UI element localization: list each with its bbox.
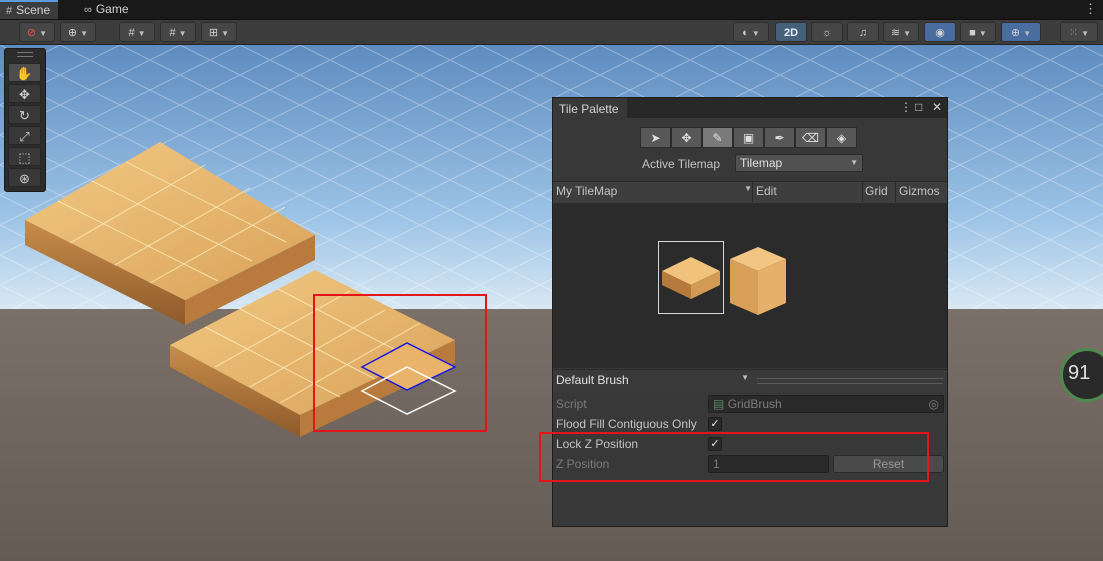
chevron-down-icon: ▼: [221, 29, 230, 38]
fill-bucket-icon[interactable]: ◈: [826, 127, 857, 148]
layers-icon: ≋: [890, 27, 901, 39]
snap-increment-dropdown[interactable]: # ▼: [119, 22, 155, 42]
transform-tool-icon[interactable]: ⊛: [8, 168, 41, 187]
flat-tile-icon[interactable]: [660, 253, 722, 308]
tab-game[interactable]: ∞ Game: [78, 0, 137, 19]
grid-toggle[interactable]: Grid: [865, 184, 888, 198]
gizmos-toggle[interactable]: Gizmos: [899, 184, 940, 198]
grid-snap-icon: #: [169, 27, 176, 39]
overlays-icon: ⁙: [1068, 27, 1079, 39]
lighting-toggle[interactable]: ☼: [811, 22, 843, 42]
chevron-down-icon: ▼: [39, 29, 48, 38]
edit-button[interactable]: Edit: [756, 184, 777, 198]
snap-icon: #: [128, 27, 135, 39]
tab-tile-palette[interactable]: Tile Palette: [553, 98, 627, 118]
globe-icon: ⊕: [67, 27, 78, 39]
gizmos-dropdown[interactable]: ⊕ ▼: [1001, 22, 1041, 42]
chevron-down-icon: ▼: [903, 29, 912, 38]
rect-tool-icon[interactable]: ⬚: [8, 147, 41, 166]
active-tilemap-dropdown[interactable]: Tilemap ▼: [735, 154, 863, 172]
overlays-dropdown[interactable]: ⁙ ▼: [1060, 22, 1098, 42]
drag-handle[interactable]: [17, 52, 33, 57]
sphere-icon: ◐: [742, 27, 749, 39]
target-icon: ◎: [928, 397, 939, 411]
draw-mode-icon: ⊘: [26, 27, 37, 39]
maximize-icon[interactable]: □: [915, 100, 922, 114]
rotate-tool-icon[interactable]: ↻: [8, 105, 41, 124]
tab-scene[interactable]: # Scene: [0, 0, 59, 19]
script-file-icon: ▤: [713, 397, 725, 411]
chevron-down-icon: ▼: [850, 158, 858, 167]
chevron-down-icon: ▼: [80, 29, 89, 38]
active-tilemap-label: Active Tilemap: [642, 157, 721, 171]
chevron-down-icon: ▼: [137, 29, 146, 38]
lock-z-highlight-box: [539, 432, 929, 482]
audio-toggle[interactable]: ♫: [847, 22, 879, 42]
chevron-down-icon: ▼: [751, 29, 760, 38]
scene-toolbar: ⊘ ▼ ⊕ ▼ # ▼ # ▼ ⊞ ▼ ◐ ▼ 2D ☼ ♫ ≋ ▼ ◉ ■ ▼…: [0, 20, 1103, 45]
chevron-down-icon: ▼: [741, 373, 749, 382]
grid-icon: #: [6, 5, 13, 17]
box-fill-icon[interactable]: ▣: [733, 127, 764, 148]
mode-2d-toggle[interactable]: 2D: [775, 22, 807, 42]
eraser-icon[interactable]: ⌫: [795, 127, 826, 148]
move-tool-icon[interactable]: ✥: [8, 84, 41, 103]
divider: [895, 182, 896, 202]
gizmo-globe-icon: ⊕: [1010, 27, 1021, 39]
more-options-icon[interactable]: ⋮: [900, 100, 912, 114]
palette-tiles-area[interactable]: [553, 203, 947, 368]
script-label: Script: [556, 397, 587, 411]
select-tool-icon[interactable]: ➤: [640, 127, 671, 148]
flood-fill-label: Flood Fill Contiguous Only: [556, 417, 697, 431]
scene-highlight-box: [313, 294, 487, 432]
audio-mute-icon: ♫: [858, 27, 868, 39]
scale-tool-icon[interactable]: ⤢: [8, 126, 41, 145]
brush-dropdown[interactable]: Default Brush ▼: [556, 373, 749, 387]
flood-fill-checkbox[interactable]: ✓: [708, 417, 722, 431]
ruler-dropdown[interactable]: ⊞ ▼: [201, 22, 237, 42]
splitter[interactable]: [757, 378, 943, 384]
palette-dropdown[interactable]: My TileMap ▼: [556, 184, 752, 198]
draw-mode-dropdown[interactable]: ⊘ ▼: [19, 22, 55, 42]
scene-tools-panel: ✋ ✥ ↻ ⤢ ⬚ ⊛: [4, 48, 46, 192]
picker-icon[interactable]: ✒: [764, 127, 795, 148]
paint-brush-icon[interactable]: ✎: [702, 127, 733, 148]
ruler-icon: ⊞: [208, 27, 219, 39]
move-tool-icon[interactable]: ✥: [671, 127, 702, 148]
fps-value: 91: [1068, 362, 1091, 384]
light-bulb-icon: ☼: [821, 27, 833, 39]
grid-snap-dropdown[interactable]: # ▼: [160, 22, 196, 42]
script-field: ▤ GridBrush ◎: [708, 395, 944, 413]
chevron-down-icon: ▼: [1023, 29, 1032, 38]
chevron-down-icon: ▼: [978, 29, 987, 38]
effects-dropdown[interactable]: ≋ ▼: [883, 22, 919, 42]
gamepad-icon: ∞: [84, 4, 92, 16]
more-options-icon[interactable]: ⋮: [1084, 1, 1097, 17]
editor-tab-bar: # Scene ∞ Game ⋮: [0, 0, 1103, 20]
divider: [752, 182, 753, 202]
camera-icon: ■: [969, 27, 976, 39]
global-local-dropdown[interactable]: ⊕ ▼: [60, 22, 96, 42]
scene-visibility-toggle[interactable]: ◉: [924, 22, 956, 42]
chevron-down-icon: ▼: [744, 184, 752, 193]
chevron-down-icon: ▼: [1081, 29, 1090, 38]
cube-tile-icon[interactable]: [727, 245, 789, 317]
close-icon[interactable]: ✕: [932, 100, 942, 114]
camera-dropdown[interactable]: ■ ▼: [960, 22, 996, 42]
divider: [862, 182, 863, 202]
eye-hidden-icon: ◉: [935, 27, 945, 39]
shading-mode-dropdown[interactable]: ◐ ▼: [733, 22, 769, 42]
chevron-down-icon: ▼: [178, 29, 187, 38]
hand-tool-icon[interactable]: ✋: [8, 63, 41, 82]
